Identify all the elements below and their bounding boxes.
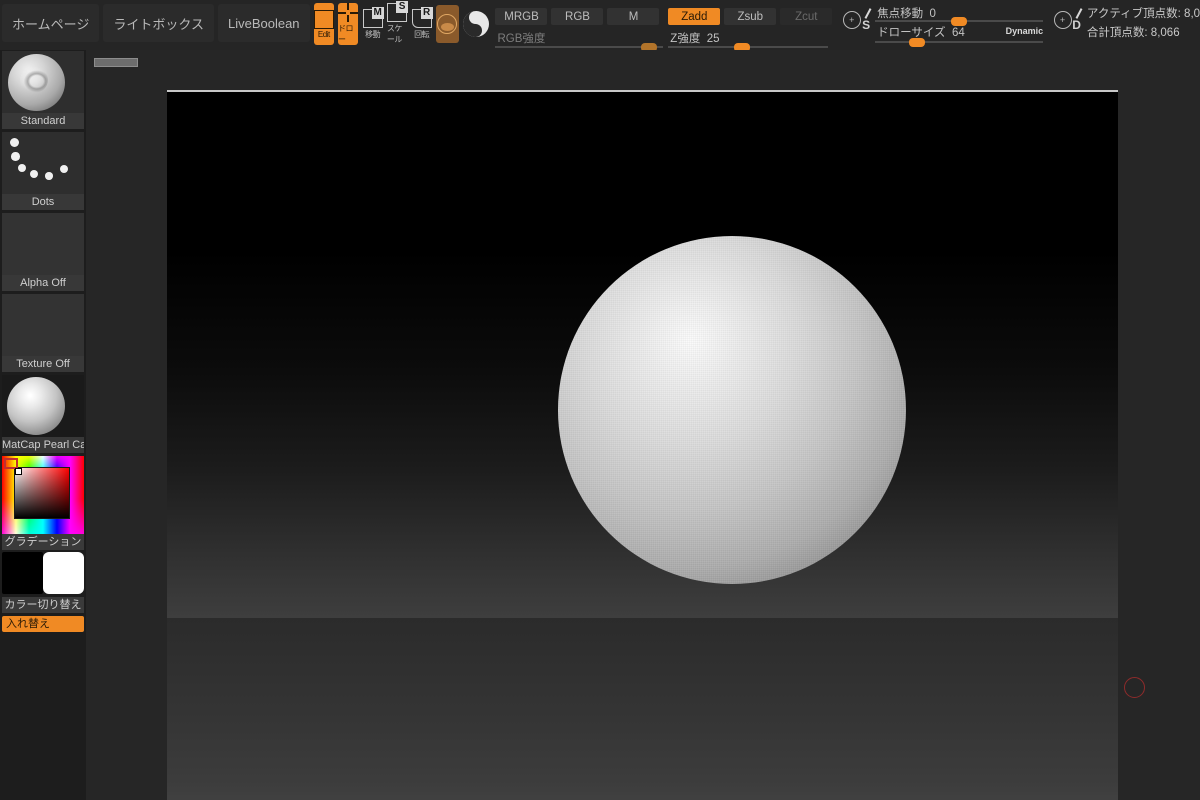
move-mode-button[interactable]: M 移動	[362, 3, 384, 45]
stroke-thumbnail	[2, 132, 84, 194]
texture-thumbnail	[2, 294, 84, 356]
scale-icon: S	[387, 1, 409, 22]
focal-shift-value: 0	[929, 8, 936, 20]
stroke-plus-icon: +	[849, 15, 855, 25]
sv-cursor-icon	[15, 468, 22, 475]
rotate-mode-button[interactable]: R 回転	[411, 3, 433, 45]
stroke-dot-icon	[30, 170, 38, 178]
zbrush-window: ホームページ ライトボックス LiveBoolean Edit ドロー M 移動…	[0, 0, 1200, 800]
draw-size-value: 64	[951, 27, 965, 39]
dynamic-letter: D	[1072, 18, 1081, 32]
scale-label: スケール	[386, 24, 403, 44]
rgb-button[interactable]: RGB	[551, 8, 604, 25]
matcap-sphere-icon	[7, 377, 65, 435]
swap-color-button[interactable]: 入れ替え	[2, 616, 84, 632]
canvas-drag-handle[interactable]	[94, 58, 138, 67]
stroke-dot-icon	[11, 152, 20, 161]
stroke-dot-icon	[18, 164, 26, 172]
material-sphere-icon	[437, 14, 458, 34]
move-label: 移動	[365, 29, 381, 39]
material-thumbnail	[2, 375, 84, 437]
main-viewport	[86, 50, 1200, 800]
stroke-selector[interactable]: Dots	[2, 132, 84, 210]
brush-caption: Standard	[2, 113, 84, 129]
rgb-intensity-track	[495, 46, 664, 48]
edit-mode-button[interactable]: Edit	[313, 3, 334, 45]
home-button[interactable]: ホームページ	[2, 4, 100, 42]
zcut-button[interactable]: Zcut	[780, 8, 833, 25]
texture-selector[interactable]: Texture Off	[2, 294, 84, 372]
color-mode-group: MRGB RGB M	[495, 8, 663, 25]
z-intensity-name: Z強度	[670, 33, 701, 45]
secondary-color-swatch[interactable]	[43, 552, 84, 594]
active-points-info: アクティブ頂点数: 8,0	[1086, 8, 1200, 20]
stroke-letter: S	[862, 18, 871, 32]
stroke-dot-icon	[10, 138, 19, 147]
stroke-dot-icon	[45, 172, 53, 180]
shadowbox-button[interactable]	[462, 3, 489, 45]
stroke-dot-icon	[60, 165, 68, 173]
z-intensity-slider[interactable]: Z強度 25	[668, 30, 829, 52]
mrgb-button[interactable]: MRGB	[495, 8, 548, 25]
rotate-label: 回転	[414, 29, 430, 39]
color-swatches	[2, 552, 84, 594]
hue-wheel[interactable]	[2, 456, 84, 534]
liveboolean-button[interactable]: LiveBoolean	[217, 4, 310, 42]
dynamic-mode-button[interactable]: + D	[1052, 5, 1083, 35]
brush-swirl-icon	[20, 67, 48, 93]
sphere-mesh[interactable]	[558, 236, 906, 584]
saturation-value-square[interactable]	[14, 467, 70, 519]
edit-icon	[313, 9, 334, 29]
zsub-button[interactable]: Zsub	[724, 8, 777, 25]
scale-glyph: S	[396, 1, 409, 13]
brush-thumbnail	[2, 51, 84, 113]
draw-mode-button[interactable]: ドロー	[338, 3, 359, 45]
gradient-caption[interactable]: グラデーション	[2, 534, 84, 550]
top-toolbar: ホームページ ライトボックス LiveBoolean Edit ドロー M 移動…	[0, 0, 1200, 52]
rgb-intensity-slider[interactable]: RGB強度	[495, 30, 664, 52]
alpha-selector[interactable]: Alpha Off	[2, 213, 84, 291]
draw-size-knob[interactable]	[909, 38, 926, 47]
material-caption: MatCap Pearl Ca	[2, 437, 84, 453]
material-selector[interactable]: MatCap Pearl Ca	[2, 375, 84, 453]
alpha-thumbnail	[2, 213, 84, 275]
texture-caption: Texture Off	[2, 356, 84, 372]
focal-shift-slider[interactable]: 焦点移動 0	[875, 5, 1044, 26]
yinyang-icon	[462, 11, 489, 37]
dynamic-label[interactable]: Dynamic	[1006, 26, 1044, 36]
draw-icon	[338, 3, 359, 22]
brush-selector[interactable]: Standard	[2, 51, 84, 129]
draw-size-slider[interactable]: ドローサイズ 64 Dynamic	[875, 24, 1044, 47]
stroke-caption: Dots	[2, 194, 84, 210]
rotate-glyph: R	[420, 6, 433, 19]
scale-mode-button[interactable]: S スケール	[386, 1, 409, 45]
z-intensity-label: Z強度 25	[670, 30, 719, 46]
focal-shift-name: 焦点移動	[877, 8, 924, 20]
dynamic-plus-icon: +	[1059, 15, 1066, 25]
move-glyph: M	[371, 6, 384, 19]
material-preview-button[interactable]	[435, 5, 459, 43]
sculpt-canvas[interactable]	[167, 90, 1145, 698]
left-sidebar: Standard Dots Alpha Off Texture Off MatC…	[0, 50, 86, 800]
rgb-intensity-label: RGB強度	[497, 33, 546, 45]
focal-shift-label: 焦点移動 0	[877, 5, 936, 21]
edit-label: Edit	[317, 29, 330, 39]
document-background	[167, 618, 1118, 800]
color-picker[interactable]: グラデーション カラー切り替え 入れ替え	[2, 456, 84, 632]
alpha-caption: Alpha Off	[2, 275, 84, 291]
rotate-icon: R	[411, 6, 433, 28]
z-mode-group: Zadd Zsub Zcut	[668, 8, 836, 25]
zadd-button[interactable]: Zadd	[668, 8, 721, 25]
primary-color-swatch[interactable]	[2, 552, 43, 594]
m-button[interactable]: M	[607, 8, 660, 25]
draw-label: ドロー	[338, 24, 354, 44]
draw-size-track	[875, 41, 1044, 43]
switch-color-caption[interactable]: カラー切り替え	[2, 597, 84, 613]
lightbox-button[interactable]: ライトボックス	[103, 4, 214, 42]
total-points-info: 合計頂点数: 8,066	[1086, 27, 1180, 39]
stroke-settings-button[interactable]: + S	[841, 5, 872, 35]
z-intensity-value: 25	[706, 33, 720, 45]
move-icon: M	[362, 6, 384, 28]
brush-cursor-icon	[1124, 677, 1145, 698]
